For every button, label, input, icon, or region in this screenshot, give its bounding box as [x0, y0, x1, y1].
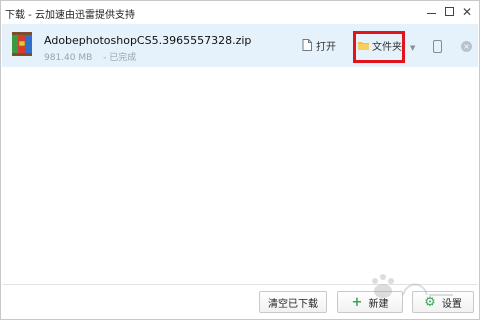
clear-label: 清空已下载 — [268, 298, 318, 310]
window-title: 下载 - 云加速由迅雷提供支持 — [5, 10, 135, 21]
annotation-highlight — [353, 31, 405, 63]
phone-icon[interactable] — [433, 40, 442, 53]
maximize-icon — [444, 7, 454, 16]
title-bar: 下载 - 云加速由迅雷提供支持 ✕ — [1, 1, 479, 23]
download-window: 下载 - 云加速由迅雷提供支持 ✕ AdobephotoshopCS5.3965… — [0, 0, 480, 320]
open-file-button[interactable]: 打开 — [302, 37, 336, 53]
download-list-item[interactable]: AdobephotoshopCS5.3965557328.zip 981.40 … — [2, 24, 478, 67]
close-button[interactable]: ✕ — [459, 4, 475, 20]
open-label: 打开 — [316, 41, 336, 53]
minimize-button[interactable] — [423, 4, 439, 20]
baidu-jingyan-watermark — [372, 274, 453, 298]
cancel-icon[interactable]: × — [461, 41, 472, 52]
file-size: 981.40 MB — [44, 53, 93, 63]
more-options-icon[interactable]: ▼ — [410, 44, 415, 52]
plus-icon: + — [351, 294, 363, 310]
maximize-button[interactable] — [441, 4, 457, 20]
file-name: AdobephotoshopCS5.3965557328.zip — [44, 34, 252, 47]
zip-archive-icon — [12, 32, 32, 56]
document-icon — [302, 39, 312, 51]
minimize-icon — [426, 13, 436, 14]
download-status: - 已完成 — [103, 53, 137, 63]
clear-downloaded-button[interactable]: 清空已下载 — [259, 291, 327, 313]
file-meta: 981.40 MB - 已完成 — [44, 50, 136, 63]
